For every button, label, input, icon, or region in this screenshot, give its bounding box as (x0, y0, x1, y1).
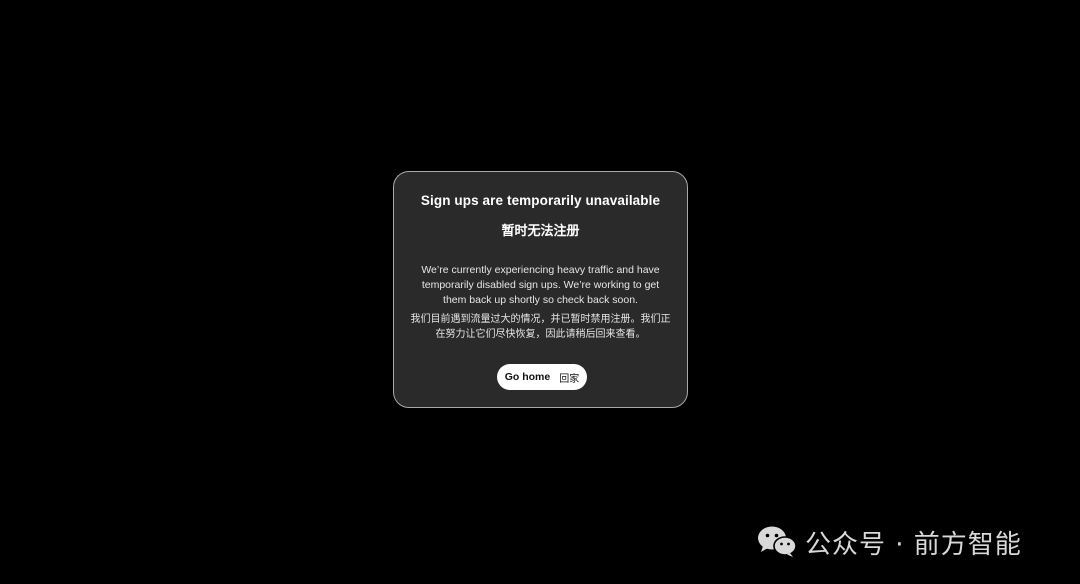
go-home-label-chinese: 回家 (559, 373, 580, 385)
go-home-button[interactable]: Go home 回家 (497, 364, 587, 390)
dialog-title-chinese: 暂时无法注册 (501, 224, 580, 239)
wechat-icon (757, 525, 797, 559)
dialog-title: Sign ups are temporarily unavailable (420, 193, 661, 208)
signup-unavailable-dialog: Sign ups are temporarily unavailable 暂时无… (393, 171, 688, 408)
watermark-text: 公众号 · 前方智能 (805, 529, 1022, 560)
go-home-label: Go home (504, 371, 551, 383)
wechat-watermark: 公众号 · 前方智能 (757, 522, 1022, 562)
dialog-message-chinese: 我们目前遇到流量过大的情况，并已暂时禁用注册。我们正在努力让它们尽快恢复，因此请… (410, 314, 671, 340)
dialog-message: We’re currently experiencing heavy traff… (421, 264, 660, 306)
